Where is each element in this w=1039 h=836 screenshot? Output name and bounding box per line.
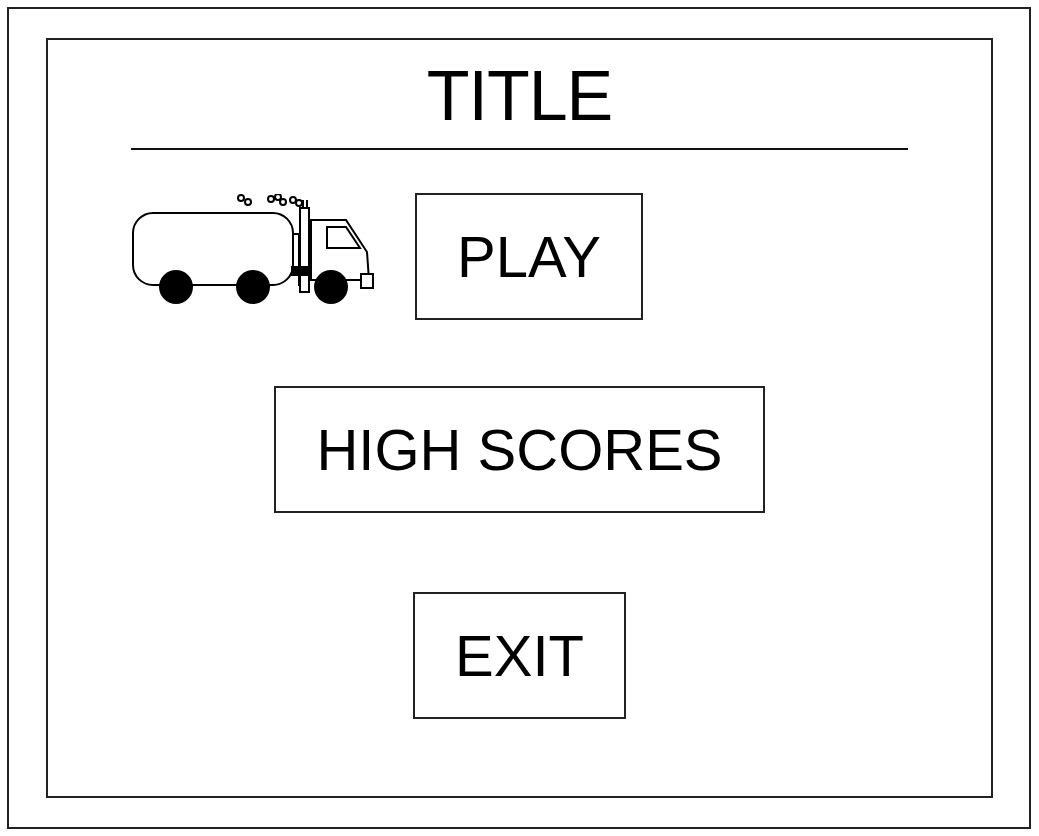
play-row: PLAY (131, 193, 908, 320)
tanker-truck-icon (131, 194, 377, 306)
game-title: TITLE (131, 40, 908, 131)
menu-list: PLAY HIGH SCORES EXIT (131, 193, 908, 719)
menu-button[interactable]: HIGH SCORES (274, 386, 764, 513)
menu-panel: TITLE PLAY HIGH SCORES EXIT (46, 38, 993, 798)
screen-frame: TITLE PLAY HIGH SCORES EXIT (7, 7, 1031, 829)
menu-button[interactable]: EXIT (413, 592, 626, 719)
title-underline (131, 148, 908, 150)
menu-button[interactable]: PLAY (415, 193, 643, 320)
